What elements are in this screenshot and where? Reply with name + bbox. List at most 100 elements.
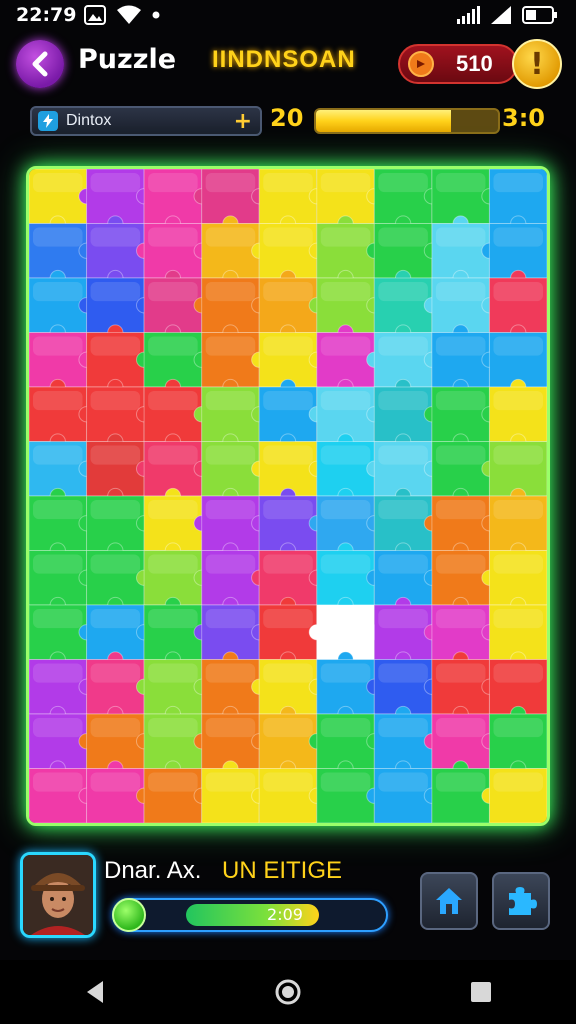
puzzle-piece[interactable] [488,441,547,505]
puzzle-piece[interactable] [373,713,441,777]
puzzle-piece[interactable] [29,604,95,668]
puzzle-piece[interactable] [373,441,441,505]
puzzle-piece[interactable] [143,386,210,450]
add-bonus-button[interactable]: + [234,109,252,134]
puzzle-piece[interactable] [373,169,441,232]
puzzle-piece[interactable] [201,441,268,505]
puzzle-piece[interactable] [258,386,325,450]
puzzle-piece[interactable] [86,332,153,396]
puzzle-piece[interactable] [201,550,268,614]
puzzle-piece[interactable] [258,223,325,287]
puzzle-piece[interactable] [258,550,325,614]
puzzle-piece-button[interactable] [492,872,550,930]
puzzle-piece[interactable] [143,713,210,777]
home-tool-button[interactable] [420,872,478,930]
puzzle-piece[interactable] [86,169,153,232]
puzzle-piece[interactable] [201,277,268,341]
puzzle-piece[interactable] [258,332,325,396]
bonus-pill[interactable]: Dintox + [30,106,262,136]
puzzle-piece[interactable] [143,332,210,396]
avatar[interactable] [20,852,96,938]
puzzle-piece[interactable] [201,386,268,450]
puzzle-piece[interactable] [431,277,498,341]
puzzle-piece[interactable] [29,386,95,450]
puzzle-piece[interactable] [488,604,547,668]
puzzle-piece[interactable] [29,441,95,505]
puzzle-piece[interactable] [373,277,441,341]
puzzle-piece[interactable] [29,277,95,341]
back-button[interactable] [16,40,64,88]
puzzle-piece[interactable] [488,169,547,232]
puzzle-piece[interactable] [316,386,383,450]
puzzle-piece[interactable] [488,386,547,450]
puzzle-board-canvas[interactable] [29,169,547,823]
puzzle-piece[interactable] [316,332,383,396]
puzzle-piece[interactable] [201,713,268,777]
puzzle-piece[interactable] [29,223,95,287]
puzzle-piece[interactable] [143,223,210,287]
puzzle-piece[interactable] [258,441,325,505]
puzzle-piece[interactable] [316,713,383,777]
puzzle-piece[interactable] [143,550,210,614]
puzzle-piece[interactable] [316,550,383,614]
puzzle-piece[interactable] [373,495,441,559]
puzzle-piece[interactable] [488,223,547,287]
puzzle-piece[interactable] [488,550,547,614]
puzzle-piece[interactable] [316,768,383,824]
puzzle-piece[interactable] [258,659,325,723]
puzzle-piece[interactable] [373,550,441,614]
puzzle-piece[interactable] [86,768,153,824]
puzzle-piece[interactable] [258,604,325,668]
puzzle-piece[interactable] [29,713,95,777]
puzzle-piece[interactable] [29,495,95,559]
puzzle-piece[interactable] [431,169,498,232]
puzzle-piece[interactable] [258,495,325,559]
puzzle-piece[interactable] [201,169,268,232]
puzzle-piece[interactable] [201,659,268,723]
puzzle-piece[interactable] [86,604,153,668]
back-triangle-icon[interactable] [83,979,107,1005]
puzzle-piece[interactable] [86,386,153,450]
puzzle-piece[interactable] [316,604,383,668]
puzzle-piece[interactable] [29,169,95,232]
puzzle-piece[interactable] [143,495,210,559]
puzzle-piece[interactable] [201,495,268,559]
puzzle-piece[interactable] [431,223,498,287]
puzzle-piece[interactable] [86,223,153,287]
home-circle-icon[interactable] [274,978,302,1006]
puzzle-piece[interactable] [373,223,441,287]
puzzle-piece[interactable] [201,332,268,396]
puzzle-piece[interactable] [143,768,210,824]
puzzle-piece[interactable] [86,550,153,614]
puzzle-piece[interactable] [431,386,498,450]
puzzle-piece[interactable] [86,659,153,723]
puzzle-piece[interactable] [316,441,383,505]
puzzle-piece[interactable] [373,659,441,723]
puzzle-piece[interactable] [29,550,95,614]
puzzle-piece[interactable] [373,768,441,824]
puzzle-piece[interactable] [143,441,210,505]
puzzle-board[interactable] [26,166,550,826]
puzzle-piece[interactable] [488,332,547,396]
puzzle-piece[interactable] [143,659,210,723]
puzzle-piece[interactable] [201,604,268,668]
puzzle-piece[interactable] [431,604,498,668]
alert-button[interactable]: ! [512,39,562,89]
recents-square-icon[interactable] [469,980,493,1004]
puzzle-piece[interactable] [86,441,153,505]
puzzle-piece[interactable] [488,659,547,723]
puzzle-piece[interactable] [86,495,153,559]
puzzle-piece[interactable] [143,169,210,232]
puzzle-piece[interactable] [258,713,325,777]
puzzle-piece[interactable] [431,495,498,559]
puzzle-piece[interactable] [258,277,325,341]
puzzle-piece[interactable] [373,604,441,668]
puzzle-piece[interactable] [201,768,268,824]
puzzle-piece[interactable] [373,386,441,450]
puzzle-piece[interactable] [29,659,95,723]
puzzle-piece[interactable] [258,169,325,232]
puzzle-piece[interactable] [29,332,95,396]
puzzle-piece[interactable] [316,495,383,559]
puzzle-piece[interactable] [316,659,383,723]
puzzle-piece[interactable] [431,768,498,824]
